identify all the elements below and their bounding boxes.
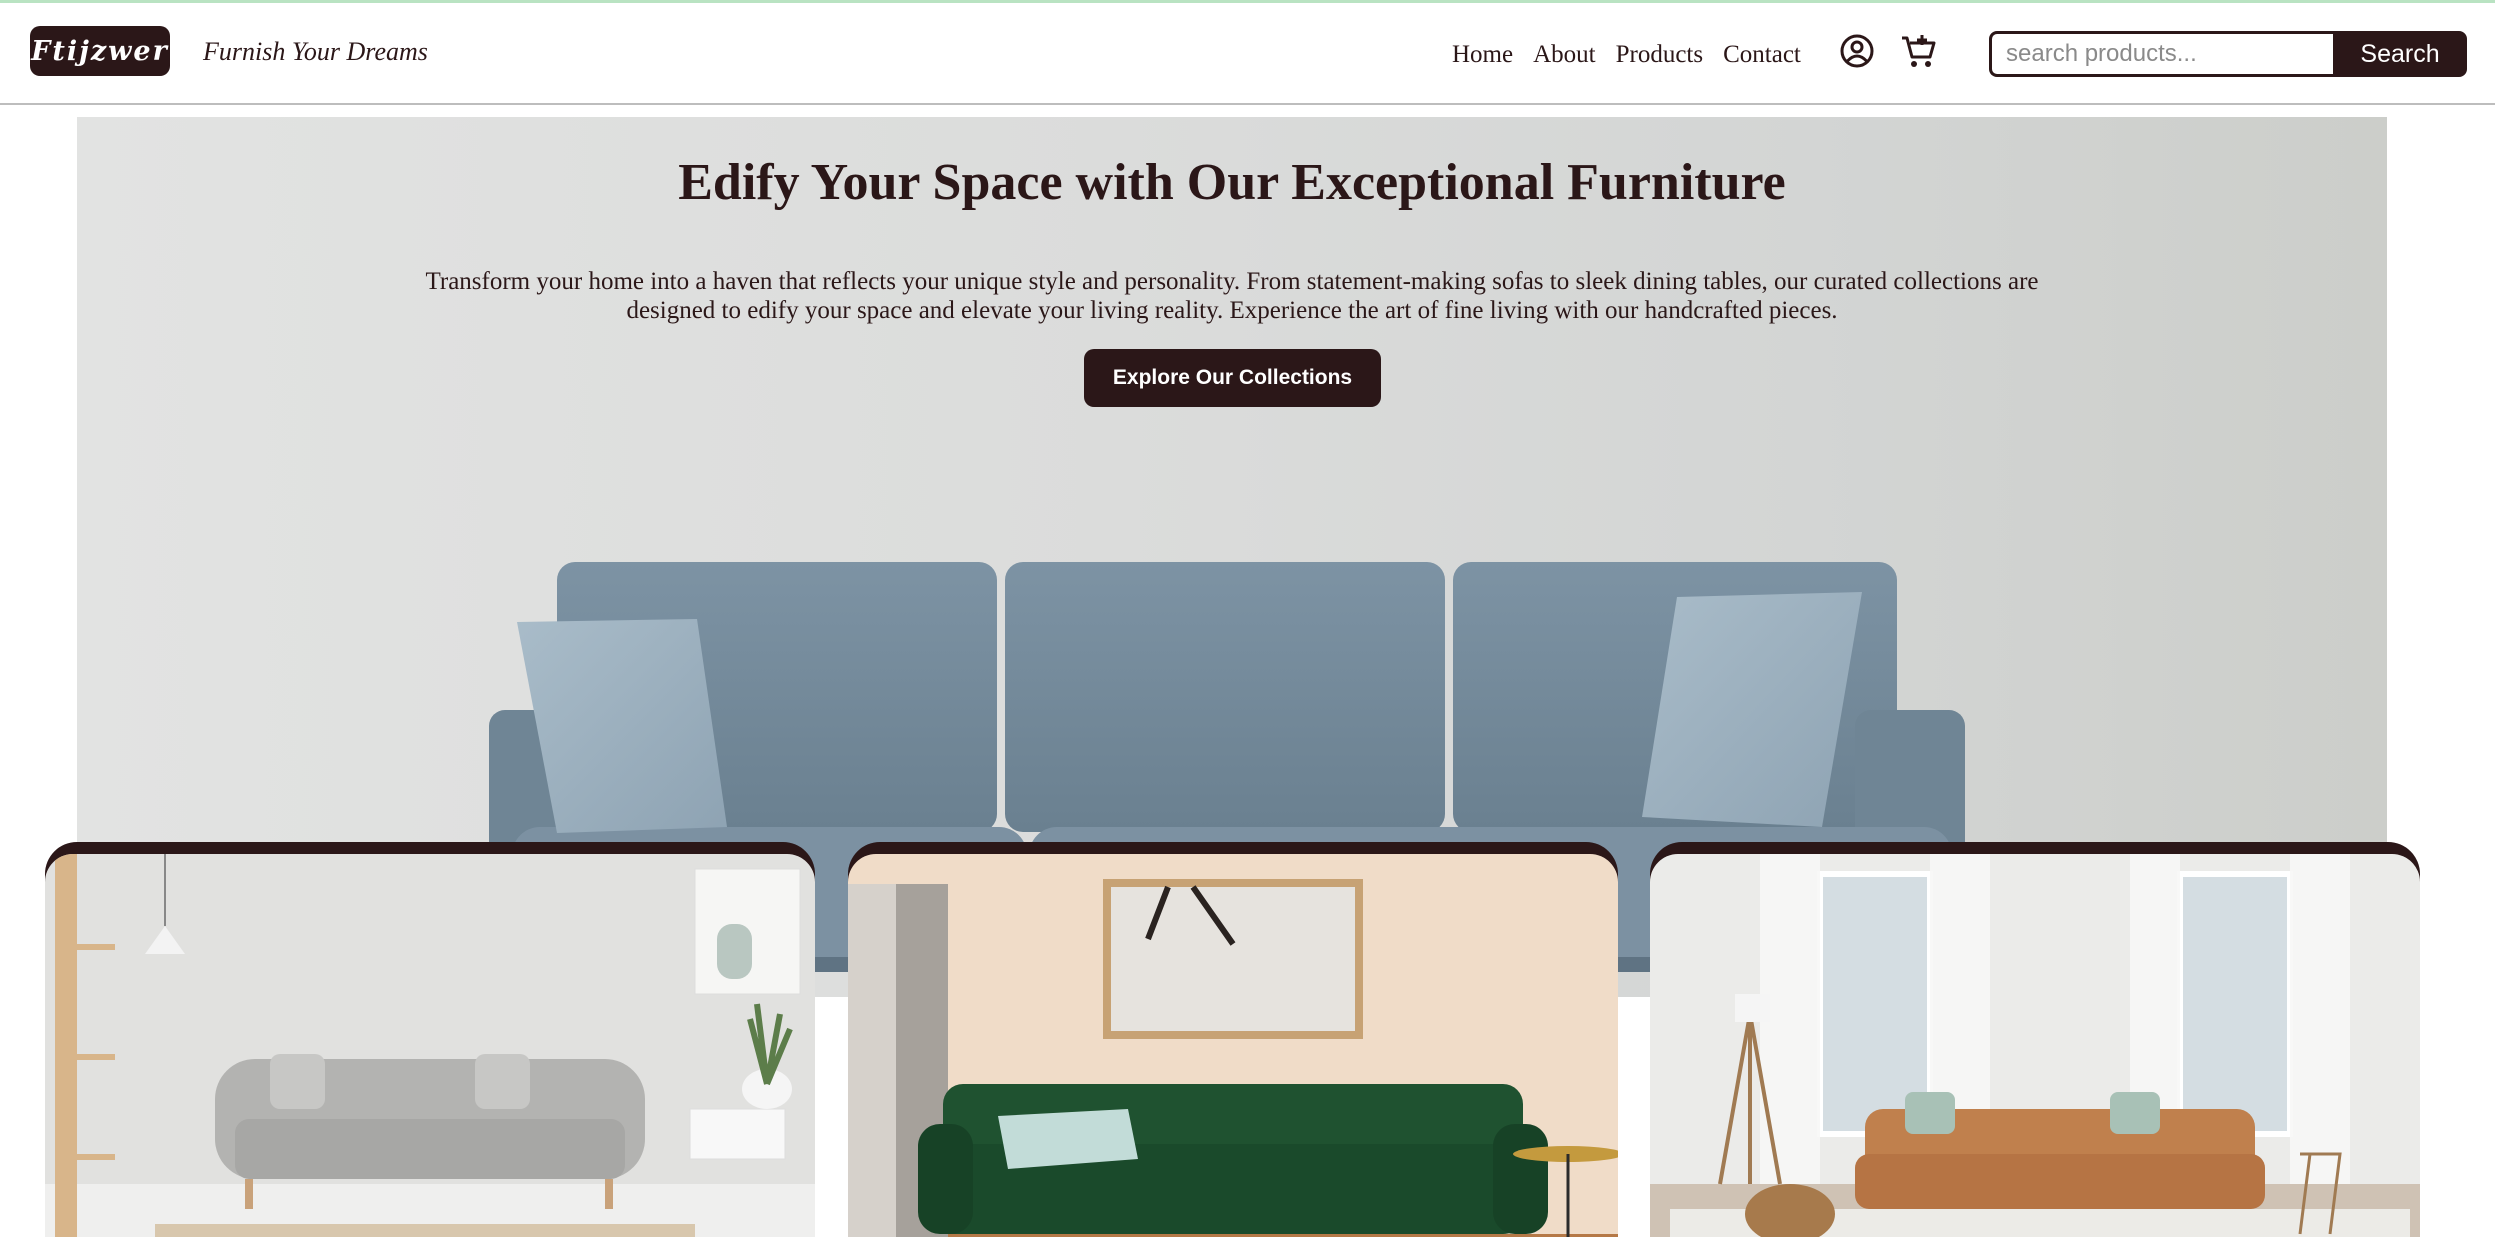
shopping-cart-icon[interactable] xyxy=(1899,31,1939,71)
room-card-green-sofa[interactable] xyxy=(848,842,1618,1237)
nav-link-contact[interactable]: Contact xyxy=(1723,41,1801,69)
search-bar: Search xyxy=(1989,31,2467,77)
nav-link-about[interactable]: About xyxy=(1533,41,1596,69)
explore-collections-button[interactable]: Explore Our Collections xyxy=(1084,349,1381,407)
hero-description: Transform your home into a haven that re… xyxy=(425,268,2039,324)
site-header: Ftijzwer Furnish Your Dreams Home About … xyxy=(0,3,2495,105)
brand-logo[interactable]: Ftijzwer xyxy=(30,26,170,76)
green-sofa-room-image xyxy=(848,854,1618,1237)
room-card-grey-sofa[interactable] xyxy=(45,842,815,1237)
main-nav: Home About Products Contact xyxy=(1452,41,1821,69)
brand-tagline: Furnish Your Dreams xyxy=(203,37,428,66)
grey-sofa-room-image xyxy=(45,854,815,1237)
hero-title: Edify Your Space with Our Exceptional Fu… xyxy=(678,154,1786,211)
room-card-leather-sofa[interactable] xyxy=(1650,842,2420,1237)
search-input[interactable] xyxy=(1989,31,2339,77)
leather-sofa-room-image xyxy=(1650,854,2420,1237)
nav-link-home[interactable]: Home xyxy=(1452,41,1513,69)
search-button[interactable]: Search xyxy=(2333,31,2467,77)
nav-link-products[interactable]: Products xyxy=(1616,41,1704,69)
user-account-icon[interactable] xyxy=(1837,31,1877,71)
